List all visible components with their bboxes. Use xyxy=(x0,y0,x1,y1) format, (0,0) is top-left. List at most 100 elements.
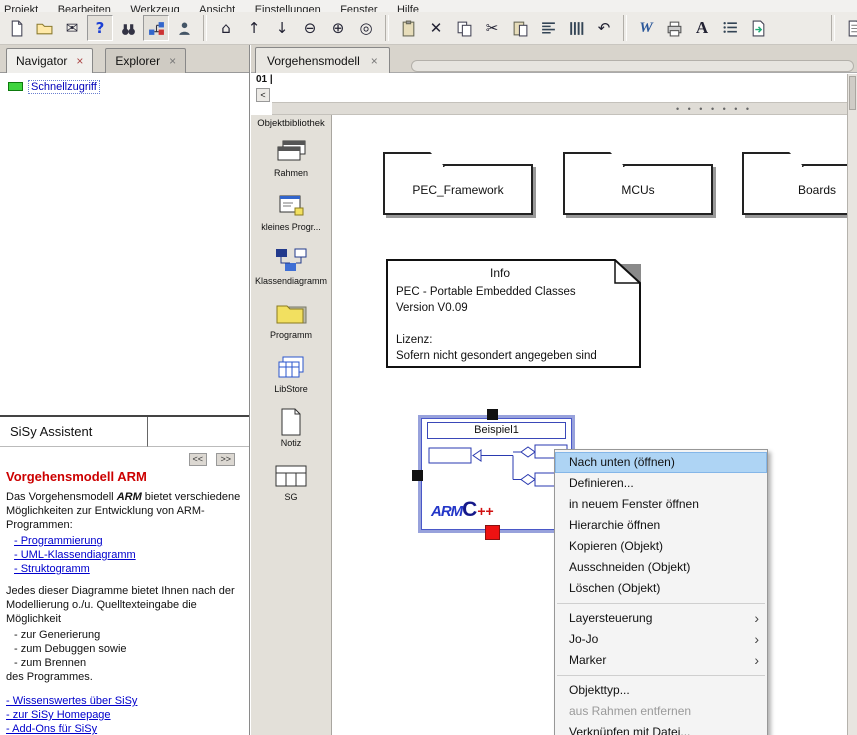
objlib-item-programm[interactable]: Programm xyxy=(251,298,331,340)
clipped-toolbar-button[interactable] xyxy=(841,15,857,41)
align-button[interactable] xyxy=(535,15,561,41)
objlib-label: LibStore xyxy=(251,384,331,394)
info-note[interactable]: Info PEC - Portable Embedded Classes Ver… xyxy=(386,259,644,371)
document-arrow-icon xyxy=(750,20,767,37)
open-button[interactable] xyxy=(31,15,57,41)
menu-item-kopieren[interactable]: Kopieren (Objekt) xyxy=(555,536,767,557)
selected-element-beispiel1[interactable]: Beispiel1 ARMC++ xyxy=(418,415,575,533)
objlib-item-klassendiagramm[interactable]: Klassendiagramm xyxy=(251,244,331,286)
arm-logo-text: ARM xyxy=(431,503,462,520)
assistant-link-programmierung[interactable]: - Programmierung xyxy=(14,534,243,548)
assistant-back-button[interactable]: << xyxy=(189,453,208,466)
objlib-item-kleines-programm[interactable]: kleines Progr... xyxy=(251,190,331,232)
close-icon[interactable]: × xyxy=(371,55,378,67)
help-button[interactable]: ? xyxy=(87,15,113,41)
menu-fenster[interactable]: Fenster xyxy=(340,2,377,12)
tab-navigator[interactable]: Navigator × xyxy=(6,48,93,73)
diagram-button[interactable] xyxy=(143,15,169,41)
assistant-link-struktogramm[interactable]: - Struktogramm xyxy=(14,562,243,576)
tab-vorgehensmodell[interactable]: Vorgehensmodell × xyxy=(255,47,390,73)
mail-button[interactable]: ✉ xyxy=(59,15,85,41)
tab-sisy-assistent[interactable]: SiSy Assistent xyxy=(0,417,148,447)
zoom-out-button[interactable]: ⊖ xyxy=(297,15,323,41)
new-document-button[interactable] xyxy=(3,15,29,41)
folder-pec-framework[interactable]: PEC_Framework xyxy=(383,164,533,215)
menu-item-layersteuerung[interactable]: Layersteuerung› xyxy=(555,608,767,629)
cut-button[interactable]: ✂ xyxy=(479,15,505,41)
person-icon xyxy=(176,20,193,37)
menu-item-ausschneiden[interactable]: Ausschneiden (Objekt) xyxy=(555,557,767,578)
menu-item-hierarchie[interactable]: Hierarchie öffnen xyxy=(555,515,767,536)
user-button[interactable] xyxy=(171,15,197,41)
menu-item-definieren[interactable]: Definieren... xyxy=(555,473,767,494)
menu-hilfe[interactable]: Hilfe xyxy=(397,2,419,12)
diagram-canvas[interactable]: PEC_Framework MCUs Boards Info PEC - Por… xyxy=(332,115,847,735)
delete-button[interactable]: ✕ xyxy=(423,15,449,41)
menu-item-loeschen[interactable]: Löschen (Objekt) xyxy=(555,578,767,599)
assistant-link-wissenswertes[interactable]: - Wissenswertes über SiSy xyxy=(6,694,243,708)
menu-item-objekttyp[interactable]: Objekttyp... xyxy=(555,680,767,701)
horizontal-scrollbar[interactable]: • • • • • • • xyxy=(272,102,857,115)
down-button[interactable]: ↓ xyxy=(269,15,295,41)
objlib-item-rahmen[interactable]: Rahmen xyxy=(251,136,331,178)
search-button[interactable] xyxy=(115,15,141,41)
assistant-link-uml[interactable]: - UML-Klassendiagramm xyxy=(14,548,243,562)
word-export-button[interactable]: W xyxy=(633,15,659,41)
list-button[interactable] xyxy=(717,15,743,41)
tree-item-schnellzugriff[interactable]: Schnellzugriff xyxy=(8,80,100,94)
menu-einstellungen[interactable]: Einstellungen xyxy=(255,2,321,12)
object-library: Objektbibliothek Rahmen kleines Progr...… xyxy=(251,115,332,735)
red-anchor-handle[interactable] xyxy=(485,525,500,540)
scissors-icon: ✂ xyxy=(486,19,499,37)
objlib-item-sg[interactable]: SG xyxy=(251,460,331,502)
undo-button[interactable]: ↶ xyxy=(591,15,617,41)
home-button[interactable]: ⌂ xyxy=(213,15,239,41)
tab-explorer[interactable]: Explorer × xyxy=(105,48,186,73)
selection-handle-left[interactable] xyxy=(412,470,423,481)
print-button[interactable] xyxy=(661,15,687,41)
font-button[interactable]: A xyxy=(689,15,715,41)
paste-special-button[interactable] xyxy=(395,15,421,41)
tab-scrollbar[interactable] xyxy=(411,60,854,72)
up-button[interactable]: ↑ xyxy=(241,15,267,41)
scroll-left-button[interactable]: < xyxy=(256,88,270,102)
menu-item-nach-unten[interactable]: Nach unten (öffnen) xyxy=(555,452,767,473)
spacer xyxy=(6,686,243,694)
context-menu: Nach unten (öffnen) Definieren... in neu… xyxy=(554,449,768,735)
objlib-item-notiz[interactable]: Notiz xyxy=(251,406,331,448)
close-icon[interactable]: × xyxy=(169,55,176,67)
objlib-item-libstore[interactable]: LibStore xyxy=(251,352,331,394)
assistant-text: Das Vorgehensmodell xyxy=(6,491,117,503)
note-line: Version V0.09 xyxy=(396,302,468,314)
center-view-button[interactable]: ◎ xyxy=(353,15,379,41)
assistant-link-homepage[interactable]: - zur SiSy Homepage xyxy=(6,708,243,722)
assistant-link-addons[interactable]: - Add-Ons für SiSy xyxy=(6,722,243,735)
menu-item-verknuepfen[interactable]: Verknüpfen mit Datei... xyxy=(555,722,767,735)
scrollbar-grip-icon[interactable]: • • • • • • • xyxy=(676,104,752,114)
columns-button[interactable] xyxy=(563,15,589,41)
folder-mcus[interactable]: MCUs xyxy=(563,164,713,215)
menu-item-neues-fenster[interactable]: in neuem Fenster öffnen xyxy=(555,494,767,515)
copy-button[interactable] xyxy=(451,15,477,41)
close-icon[interactable]: × xyxy=(76,55,83,67)
document-export-button[interactable] xyxy=(745,15,771,41)
assistant-forward-button[interactable]: >> xyxy=(216,453,235,466)
vertical-scrollbar[interactable] xyxy=(847,74,857,735)
selection-handle-top[interactable] xyxy=(487,409,498,420)
menu-item-jojo[interactable]: Jo-Jo› xyxy=(555,629,767,650)
submenu-arrow-icon: › xyxy=(754,650,759,671)
zoom-in-button[interactable]: ⊕ xyxy=(325,15,351,41)
folder-boards[interactable]: Boards xyxy=(742,164,847,215)
menu-werkzeug[interactable]: Werkzeug xyxy=(130,2,179,12)
menu-ansicht[interactable]: Ansicht xyxy=(199,2,235,12)
assistant-tab-label: SiSy Assistent xyxy=(10,424,92,439)
paste-button[interactable] xyxy=(507,15,533,41)
menu-projekt[interactable]: Projekt xyxy=(4,2,38,12)
new-document-icon xyxy=(8,20,25,37)
vertical-scrollbar-thumb[interactable] xyxy=(849,76,856,110)
menu-bearbeiten[interactable]: Bearbeiten xyxy=(58,2,111,12)
programm-icon xyxy=(274,300,308,328)
printer-icon xyxy=(666,20,683,37)
menu-item-marker[interactable]: Marker› xyxy=(555,650,767,671)
toolbar-separator xyxy=(203,15,207,41)
